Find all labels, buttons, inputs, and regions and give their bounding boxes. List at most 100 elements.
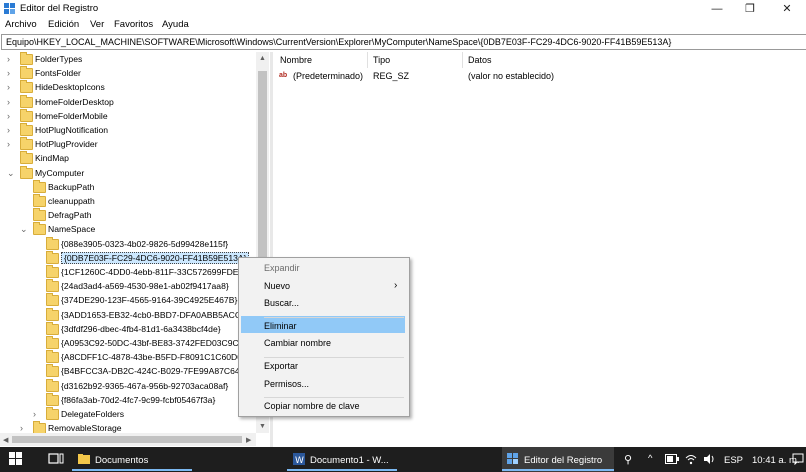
battery-icon[interactable] [665,454,679,464]
tree-item-label: DefragPath [48,210,92,221]
people-icon[interactable]: ⚲ [624,453,632,466]
maximize-button[interactable]: ❐ [733,0,767,18]
menu-edicion[interactable]: Edición [48,19,79,30]
tree-item-label: {B4BFCC3A-DB2C-424C-B029-7FE99A87C641} [61,366,248,377]
tree-horizontal-scroll-thumb[interactable] [12,436,242,443]
menu-ayuda[interactable]: Ayuda [162,19,189,30]
expand-chevron-icon[interactable]: › [7,139,15,149]
notifications-icon[interactable] [792,453,804,465]
minimize-button[interactable]: — [700,0,734,18]
context-menu-item-exportar[interactable]: Exportar [264,361,298,371]
tree-item-label: HomeFolderMobile [35,110,108,121]
expand-chevron-icon[interactable]: › [20,423,28,433]
menu-ver[interactable]: Ver [90,19,104,30]
menu-archivo[interactable]: Archivo [5,19,37,30]
collapse-chevron-icon[interactable]: ⌄ [20,224,28,234]
tree-item[interactable]: {0DB7E03F-FC29-4DC6-9020-FF41B59E513A} [0,250,256,266]
tree-item[interactable]: {d3162b92-9365-467a-956b-92703aca08af} [0,378,256,394]
folder-icon [20,165,33,179]
scroll-right-arrow-icon[interactable]: ▶ [246,436,251,444]
tree-item[interactable]: ⌄ NameSpace [0,222,256,237]
tree-item[interactable]: {A8CDFF1C-4878-43be-B5FD-F8091C1C60D0} [0,350,256,365]
column-divider[interactable] [367,52,368,68]
expand-chevron-icon[interactable]: › [7,125,15,135]
expand-chevron-icon[interactable]: › [7,111,15,121]
registry-editor-taskbar-icon[interactable] [507,453,519,465]
folder-icon [46,307,59,321]
tree-item-label: {f86fa3ab-70d2-4fc7-9c99-fcbf05467f3a} [61,394,216,405]
column-header-data[interactable]: Datos [468,55,492,65]
column-header-name[interactable]: Nombre [280,55,312,65]
context-menu-item-eliminar[interactable]: Eliminar [264,321,297,331]
tree-item[interactable]: KindMap [0,151,256,166]
context-menu-separator [264,357,404,358]
column-divider[interactable] [462,52,463,68]
chevron-up-icon[interactable]: ^ [648,453,652,464]
taskbar-regedit[interactable]: Editor del Registro [524,455,602,466]
tree-item[interactable]: › HotPlugProvider [0,137,256,152]
expand-chevron-icon[interactable]: › [7,68,15,78]
tree-item[interactable]: › HomeFolderDesktop [0,94,256,110]
windows-start-icon[interactable] [9,452,23,466]
file-explorer-icon[interactable] [78,453,90,465]
scroll-left-arrow-icon[interactable]: ◀ [3,436,8,444]
tree-item[interactable]: {3ADD1653-EB32-4cb0-BBD7-DFA0ABB5ACCA} [0,307,256,323]
language-indicator[interactable]: ESP [724,455,743,466]
tree-item[interactable]: {24ad3ad4-a569-4530-98e1-ab02f9417aa8} [0,279,256,294]
tree-item[interactable]: {3dfdf296-dbec-4fb4-81d1-6a3438bcf4de} [0,321,256,337]
expand-chevron-icon[interactable]: › [7,54,15,64]
folder-icon [20,123,33,136]
tree-item-label: {0DB7E03F-FC29-4DC6-9020-FF41B59E513A} [61,251,250,264]
tree-item[interactable]: {f86fa3ab-70d2-4fc7-9c99-fcbf05467f3a} [0,392,256,408]
folder-icon [20,151,33,165]
context-menu-item-copiar-nombre-de-clave[interactable]: Copiar nombre de clave [264,401,360,411]
tree-item[interactable]: {A0953C92-50DC-43bf-BE83-3742FED03C9C} [0,336,256,351]
word-icon[interactable]: W [293,453,305,465]
folder-icon [33,208,46,222]
tree-item-label: {A0953C92-50DC-43bf-BE83-3742FED03C9C} [61,338,242,348]
tree-item[interactable]: {B4BFCC3A-DB2C-424C-B029-7FE99A87C641} [0,364,256,379]
tree-item[interactable]: {374DE290-123F-4565-9164-39C4925E467B} [0,293,256,308]
expand-chevron-icon[interactable]: › [33,409,41,419]
expand-chevron-icon[interactable]: › [7,82,15,92]
tree-item[interactable]: {1CF1260C-4DD0-4ebb-811F-33C572699FDE} [0,265,256,280]
context-menu-item-nuevo[interactable]: Nuevo [264,281,290,291]
value-name[interactable]: (Predeterminado) [293,71,363,81]
registry-editor-icon [4,3,15,14]
context-menu-item-cambiar-nombre[interactable]: Cambiar nombre [264,338,331,348]
taskbar-documentos[interactable]: Documentos [95,455,148,466]
tree-item[interactable]: › HomeFolderMobile [0,108,256,124]
taskbar-word[interactable]: Documento1 - W... [310,455,389,466]
context-menu-item-buscar[interactable]: Buscar... [264,298,299,308]
tree-item[interactable]: BackupPath [0,179,256,195]
close-button[interactable]: ✕ [770,0,804,18]
tree-item[interactable]: › FolderTypes [0,52,256,67]
tree-item-label: HotPlugProvider [35,139,98,150]
menu-favoritos[interactable]: Favoritos [114,19,153,30]
tree-item[interactable]: DefragPath [0,208,256,223]
wifi-icon[interactable] [685,453,697,465]
column-header-type[interactable]: Tipo [373,55,390,65]
volume-icon[interactable] [703,453,715,465]
expand-chevron-icon[interactable]: › [7,97,15,107]
tree-item[interactable]: › FontsFolder [0,66,256,81]
taskbar-active-indicator [72,469,192,471]
context-menu-item-permisos[interactable]: Permisos... [264,379,309,389]
scroll-up-arrow-icon[interactable]: ▲ [259,55,266,62]
tree-item[interactable]: cleanuppath [0,194,256,209]
collapse-chevron-icon[interactable]: ⌄ [7,168,15,178]
tree-item[interactable]: {088e3905-0323-4b02-9826-5d99428e115f} [0,236,256,252]
folder-icon [20,80,33,94]
scroll-down-arrow-icon[interactable]: ▼ [259,423,266,430]
address-bar[interactable]: Equipo\HKEY_LOCAL_MACHINE\SOFTWARE\Micro… [1,34,806,50]
tree-item-label: FolderTypes [35,54,83,64]
tree-item-label: NameSpace [48,224,96,235]
folder-icon [20,52,33,65]
tree-item[interactable]: › HotPlugNotification [0,123,256,138]
tree-item[interactable]: › DelegateFolders [0,407,256,422]
taskbar-active-indicator [287,469,397,471]
task-view-icon[interactable] [48,452,64,466]
tree-item[interactable]: › HideDesktopIcons [0,80,256,95]
folder-icon [46,378,59,392]
tree-item[interactable]: ⌄ MyComputer [0,165,256,181]
